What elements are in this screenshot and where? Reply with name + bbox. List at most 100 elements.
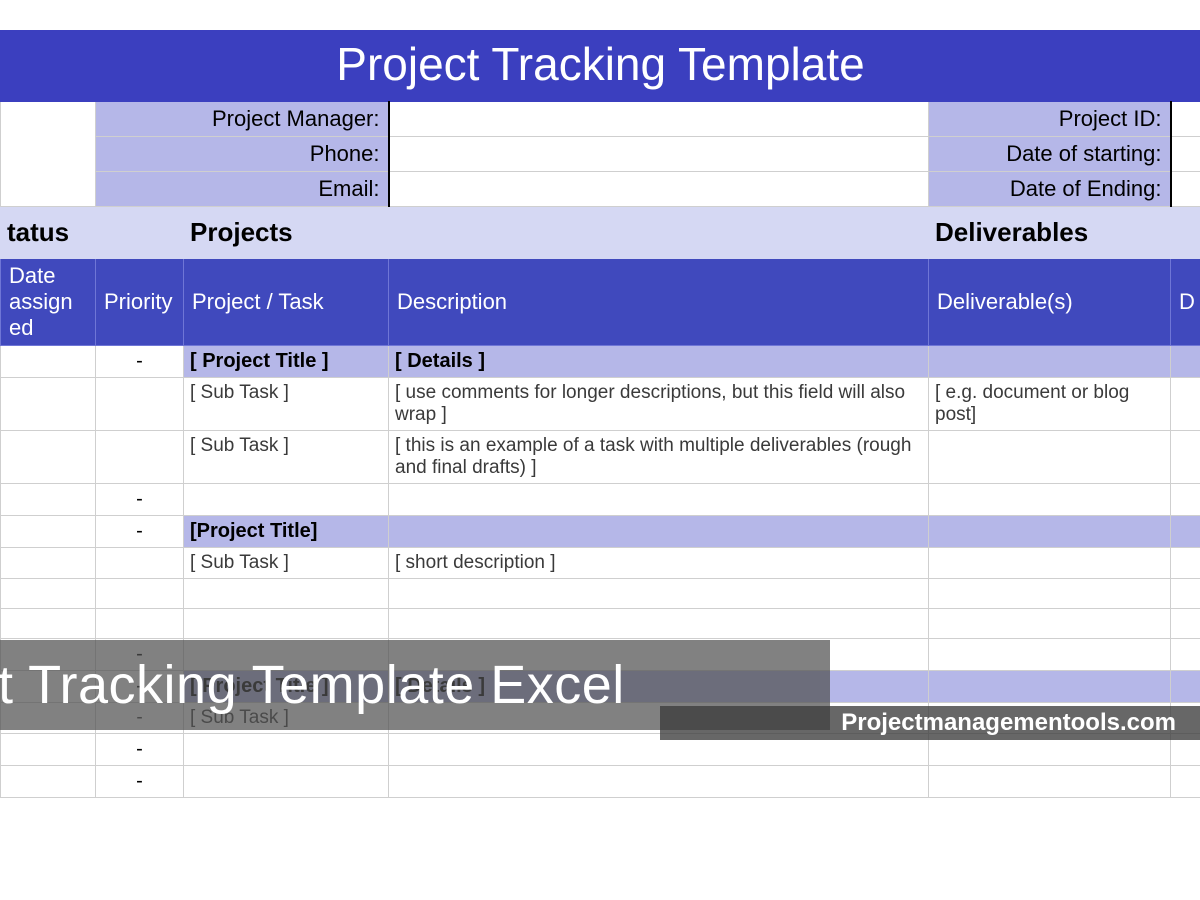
input-date-start[interactable] (1171, 137, 1200, 172)
label-date-end: Date of Ending: (929, 172, 1171, 207)
table-row[interactable]: - (1, 484, 1200, 516)
cell-deliv[interactable] (929, 671, 1171, 703)
input-project-manager[interactable] (389, 102, 929, 137)
cell-desc[interactable]: [ this is an example of a task with mult… (389, 431, 929, 484)
cell-priority[interactable]: - (96, 346, 184, 378)
cell-priority[interactable]: - (96, 639, 184, 671)
cell-extra[interactable] (1171, 703, 1200, 734)
input-phone[interactable] (389, 137, 929, 172)
cell-deliv[interactable] (929, 734, 1171, 766)
cell-extra[interactable] (1171, 609, 1200, 639)
cell-desc[interactable] (389, 734, 929, 766)
cell-extra[interactable] (1171, 548, 1200, 579)
cell-task[interactable] (184, 766, 389, 798)
cell-priority[interactable]: - (96, 766, 184, 798)
cell-extra[interactable] (1171, 639, 1200, 671)
cell-task[interactable]: [ Project Title ] (184, 346, 389, 378)
table-row[interactable]: - (1, 734, 1200, 766)
input-date-end[interactable] (1171, 172, 1200, 207)
cell-task[interactable]: [ Project Title ] (184, 671, 389, 703)
table-row[interactable]: - [Project Title] (1, 516, 1200, 548)
table-row[interactable]: [ Sub Task ] [ use comments for longer d… (1, 378, 1200, 431)
cell-date[interactable] (1, 766, 96, 798)
table-row[interactable]: - [ Project Title ] [ Details ] (1, 346, 1200, 378)
cell-extra[interactable] (1171, 734, 1200, 766)
cell-priority[interactable]: - (96, 516, 184, 548)
cell-extra[interactable] (1171, 346, 1200, 378)
cell-date[interactable] (1, 639, 96, 671)
cell-date[interactable] (1, 609, 96, 639)
cell-deliv[interactable] (929, 703, 1171, 734)
cell-task[interactable]: [Project Title] (184, 516, 389, 548)
table-row[interactable]: - [ Project Title ] [ Details ] (1, 671, 1200, 703)
cell-deliv[interactable] (929, 431, 1171, 484)
cell-desc[interactable] (389, 516, 929, 548)
cell-priority[interactable]: - (96, 734, 184, 766)
cell-extra[interactable] (1171, 671, 1200, 703)
cell-task[interactable]: [ Sub Task ] (184, 703, 389, 734)
cell-task[interactable] (184, 639, 389, 671)
table-row[interactable]: - (1, 766, 1200, 798)
group-status: tatus (1, 207, 184, 259)
cell-extra[interactable] (1171, 484, 1200, 516)
cell-extra[interactable] (1171, 378, 1200, 431)
cell-deliv[interactable] (929, 548, 1171, 579)
cell-date[interactable] (1, 579, 96, 609)
table-row[interactable] (1, 579, 1200, 609)
cell-desc[interactable] (389, 766, 929, 798)
cell-priority[interactable]: - (96, 703, 184, 734)
cell-extra[interactable] (1171, 579, 1200, 609)
cell-priority[interactable] (96, 548, 184, 579)
col-description: Description (389, 259, 929, 346)
cell-deliv[interactable] (929, 484, 1171, 516)
cell-deliv[interactable] (929, 609, 1171, 639)
cell-deliv[interactable] (929, 516, 1171, 548)
cell-extra[interactable] (1171, 516, 1200, 548)
cell-priority[interactable]: - (96, 484, 184, 516)
cell-date[interactable] (1, 346, 96, 378)
cell-date[interactable] (1, 484, 96, 516)
table-row[interactable]: - [ Sub Task ] (1, 703, 1200, 734)
cell-desc[interactable]: [ short description ] (389, 548, 929, 579)
cell-desc[interactable] (389, 484, 929, 516)
table-row[interactable]: [ Sub Task ] [ this is an example of a t… (1, 431, 1200, 484)
cell-deliv[interactable] (929, 579, 1171, 609)
cell-desc[interactable]: [ use comments for longer descriptions, … (389, 378, 929, 431)
cell-deliv[interactable] (929, 766, 1171, 798)
cell-deliv[interactable] (929, 639, 1171, 671)
cell-priority[interactable] (96, 609, 184, 639)
cell-desc[interactable] (389, 639, 929, 671)
input-email[interactable] (389, 172, 929, 207)
cell-date[interactable] (1, 671, 96, 703)
cell-priority[interactable] (96, 579, 184, 609)
cell-deliv[interactable]: [ e.g. document or blog post] (929, 378, 1171, 431)
table-row[interactable]: - (1, 639, 1200, 671)
cell-task[interactable]: [ Sub Task ] (184, 548, 389, 579)
table-row[interactable]: [ Sub Task ] [ short description ] (1, 548, 1200, 579)
cell-task[interactable] (184, 579, 389, 609)
cell-date[interactable] (1, 431, 96, 484)
cell-desc[interactable]: [ Details ] (389, 671, 929, 703)
cell-desc[interactable] (389, 579, 929, 609)
cell-task[interactable]: [ Sub Task ] (184, 378, 389, 431)
cell-date[interactable] (1, 703, 96, 734)
cell-task[interactable] (184, 484, 389, 516)
table-row[interactable] (1, 609, 1200, 639)
cell-extra[interactable] (1171, 431, 1200, 484)
cell-date[interactable] (1, 734, 96, 766)
input-project-id[interactable] (1171, 102, 1200, 137)
cell-date[interactable] (1, 378, 96, 431)
cell-task[interactable]: [ Sub Task ] (184, 431, 389, 484)
cell-priority[interactable] (96, 378, 184, 431)
cell-priority[interactable]: - (96, 671, 184, 703)
cell-task[interactable] (184, 734, 389, 766)
cell-priority[interactable] (96, 431, 184, 484)
cell-deliv[interactable] (929, 346, 1171, 378)
cell-desc[interactable] (389, 703, 929, 734)
cell-date[interactable] (1, 548, 96, 579)
cell-task[interactable] (184, 609, 389, 639)
cell-desc[interactable]: [ Details ] (389, 346, 929, 378)
cell-date[interactable] (1, 516, 96, 548)
cell-extra[interactable] (1171, 766, 1200, 798)
cell-desc[interactable] (389, 609, 929, 639)
